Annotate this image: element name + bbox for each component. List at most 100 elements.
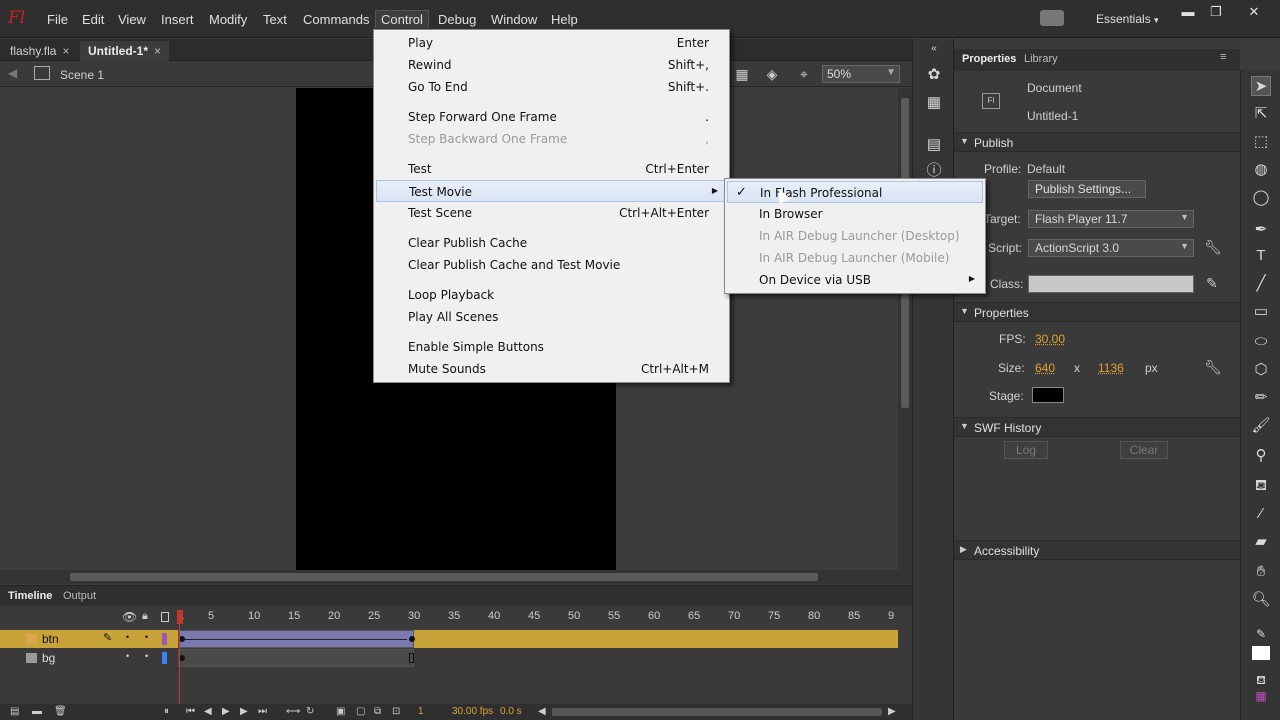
- free-transform-tool-icon[interactable]: ⬚: [1251, 132, 1271, 152]
- visible-dot-icon[interactable]: •: [126, 651, 129, 661]
- outline-icon[interactable]: [161, 612, 169, 622]
- zoom-dropdown[interactable]: 50% ▼: [822, 65, 900, 83]
- menu-item-rewind[interactable]: Rewind Shift+,: [376, 54, 727, 76]
- menu-item-play[interactable]: Play Enter: [376, 32, 727, 54]
- workspace-dropdown[interactable]: Essentials ▾: [1096, 12, 1159, 26]
- last-frame-icon[interactable]: ⏭︎: [258, 706, 267, 717]
- oval-tool-icon[interactable]: ⬭: [1251, 332, 1271, 352]
- align-icon[interactable]: ▦: [924, 93, 944, 113]
- publish-section-header[interactable]: ▼ Publish: [954, 132, 1240, 152]
- tab-properties[interactable]: Properties: [962, 53, 1016, 65]
- close-tab-icon[interactable]: ×: [154, 44, 161, 58]
- frame-span[interactable]: [178, 649, 414, 667]
- menu-insert[interactable]: Insert: [156, 11, 199, 28]
- motion-presets-icon[interactable]: ✿: [924, 65, 944, 85]
- keyframe[interactable]: [409, 636, 415, 642]
- menu-modify[interactable]: Modify: [204, 11, 252, 28]
- tween-span[interactable]: [178, 630, 415, 648]
- paint-bucket-tool-icon[interactable]: ⛾: [1251, 476, 1271, 496]
- menu-window[interactable]: Window: [486, 11, 542, 28]
- center-stage-icon[interactable]: ⌖: [796, 66, 812, 82]
- edit-symbols-icon[interactable]: ▦: [734, 66, 750, 82]
- tab-output[interactable]: Output: [63, 590, 96, 602]
- close-tab-icon[interactable]: ×: [62, 44, 69, 58]
- workspace-sync-icon[interactable]: [1040, 10, 1064, 26]
- accessibility-section-header[interactable]: ▶ Accessibility: [954, 540, 1240, 560]
- log-button[interactable]: Log: [1004, 441, 1048, 459]
- frame-ruler[interactable]: 1 5 10 15 20 25 30 35 40 45 50 55 60 65 …: [178, 610, 898, 624]
- subselection-tool-icon[interactable]: ⇱: [1251, 104, 1271, 124]
- pencil-tool-icon[interactable]: ✏: [1251, 388, 1271, 408]
- play-icon[interactable]: ▶: [222, 706, 230, 717]
- menu-text[interactable]: Text: [258, 11, 292, 28]
- hand-tool-icon[interactable]: ✋︎: [1251, 562, 1271, 582]
- menu-item-loop-playback[interactable]: Loop Playback: [376, 284, 727, 306]
- onion-skin-icon[interactable]: ▣: [336, 706, 345, 717]
- end-frame[interactable]: [409, 653, 414, 663]
- menu-debug[interactable]: Debug: [433, 11, 481, 28]
- eyedropper-tool-icon[interactable]: ⁄: [1251, 504, 1271, 524]
- tab-library[interactable]: Library: [1024, 53, 1058, 65]
- step-forward-icon[interactable]: ▶: [240, 706, 248, 717]
- swatch-grid-icon[interactable]: ▦: [1251, 686, 1271, 706]
- timeline-hscroll[interactable]: [552, 708, 882, 716]
- lock-dot-icon[interactable]: •: [145, 632, 148, 642]
- delete-icon[interactable]: 🗑︎: [54, 706, 67, 717]
- bone-tool-icon[interactable]: ⚲: [1251, 446, 1271, 466]
- menu-item-step-forward[interactable]: Step Forward One Frame.: [376, 106, 727, 128]
- playhead[interactable]: [177, 610, 183, 624]
- menu-edit[interactable]: Edit: [77, 11, 109, 28]
- pen-tool-icon[interactable]: ✒: [1251, 220, 1271, 240]
- lock-dot-icon[interactable]: •: [145, 651, 148, 661]
- wrench-icon[interactable]: 🔧︎: [1204, 239, 1222, 256]
- menu-item-test-scene[interactable]: Test Scene Ctrl+Alt+Enter: [376, 202, 727, 224]
- loop-icon[interactable]: ↻: [306, 706, 314, 717]
- publish-settings-button[interactable]: Publish Settings...: [1028, 180, 1146, 198]
- brush-tool-icon[interactable]: 🖌︎: [1251, 416, 1271, 436]
- current-frame[interactable]: 1: [418, 706, 424, 717]
- rectangle-tool-icon[interactable]: ▭: [1251, 302, 1271, 322]
- scroll-thumb[interactable]: [70, 573, 818, 581]
- fill-color-swatch[interactable]: [1252, 646, 1270, 660]
- tab-timeline[interactable]: Timeline: [8, 590, 52, 602]
- submenu-item-flash-professional[interactable]: ✓ In Flash Professional: [727, 181, 983, 203]
- layer-color-swatch[interactable]: [162, 633, 167, 645]
- collapse-icon[interactable]: «: [924, 39, 944, 59]
- menu-item-go-to-end[interactable]: Go To End Shift+.: [376, 76, 727, 98]
- class-input[interactable]: [1028, 275, 1194, 293]
- tab-flashy[interactable]: flashy.fla ×: [2, 41, 77, 61]
- menu-item-enable-simple-buttons[interactable]: Enable Simple Buttons: [376, 336, 727, 358]
- properties-section-header[interactable]: ▼ Properties: [954, 302, 1240, 322]
- panel-menu-icon[interactable]: ≡: [1220, 51, 1226, 63]
- pencil-icon[interactable]: ✎: [1206, 275, 1218, 292]
- color-icon[interactable]: ▤: [924, 135, 944, 155]
- layer-row-bg[interactable]: bg • •: [0, 649, 898, 667]
- first-frame-icon[interactable]: ⏮︎: [186, 706, 195, 717]
- swf-history-section-header[interactable]: ▼ SWF History: [954, 417, 1240, 437]
- text-tool-icon[interactable]: T: [1251, 246, 1271, 266]
- line-tool-icon[interactable]: ╱: [1251, 274, 1271, 294]
- time-readout[interactable]: 0.0 s: [500, 706, 522, 717]
- selection-tool-icon[interactable]: ➤: [1251, 76, 1271, 96]
- lasso-tool-icon[interactable]: ◯: [1251, 188, 1271, 208]
- menu-item-test-movie[interactable]: Test Movie ▶: [376, 180, 727, 202]
- new-folder-icon[interactable]: ▬: [32, 706, 42, 717]
- menu-item-test[interactable]: Test Ctrl+Enter: [376, 158, 727, 180]
- stroke-color-icon[interactable]: ✎: [1251, 624, 1271, 644]
- menu-control[interactable]: Control: [375, 10, 429, 28]
- menu-view[interactable]: View: [113, 11, 151, 28]
- tab-untitled[interactable]: Untitled-1* ×: [80, 41, 170, 61]
- onion-outline-icon[interactable]: ▢: [356, 706, 365, 717]
- layer-name-cell[interactable]: bg • •: [0, 649, 176, 667]
- new-layer-icon[interactable]: ▤: [10, 706, 19, 717]
- modify-markers-icon[interactable]: ⊡: [392, 706, 400, 717]
- polystar-tool-icon[interactable]: ⬡: [1251, 360, 1271, 380]
- eye-icon[interactable]: 👁︎: [122, 610, 137, 624]
- 3d-rotation-tool-icon[interactable]: ◍: [1251, 160, 1271, 180]
- scroll-left-icon[interactable]: ◀: [538, 706, 546, 717]
- target-select[interactable]: Flash Player 11.7 ▼: [1028, 210, 1194, 228]
- pause-icon[interactable]: ⏸︎: [164, 706, 169, 717]
- minimize-icon[interactable]: ▬: [1176, 4, 1200, 19]
- menu-item-clear-cache-test[interactable]: Clear Publish Cache and Test Movie: [376, 254, 727, 276]
- eraser-tool-icon[interactable]: ▰: [1251, 532, 1271, 552]
